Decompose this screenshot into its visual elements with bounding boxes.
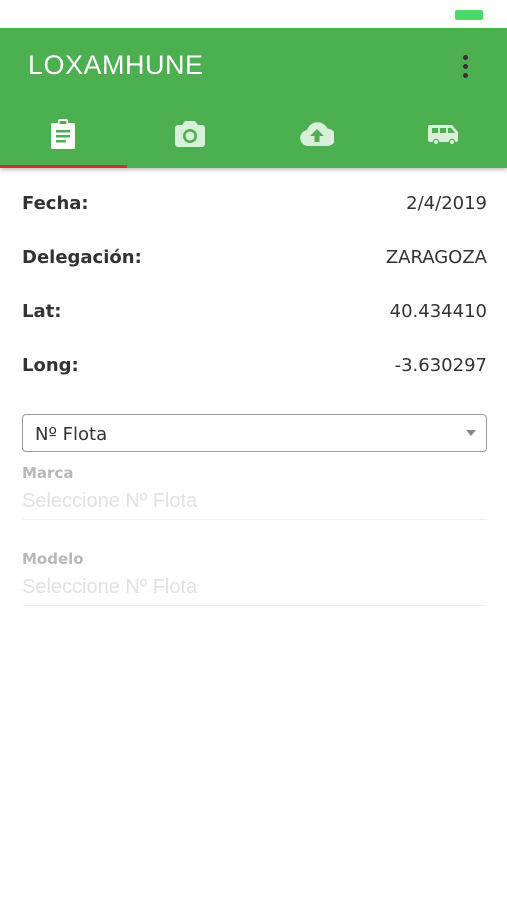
- camera-icon: [175, 121, 206, 147]
- app-header: LOXAMHUNE: [0, 28, 507, 168]
- van-icon: [427, 125, 458, 145]
- delegacion-value: ZARAGOZA: [385, 246, 487, 268]
- modelo-field: Modelo: [22, 550, 487, 612]
- app-title: LOXAMHUNE: [28, 50, 204, 80]
- fecha-label: Fecha:: [22, 192, 89, 214]
- delegacion-row: Delegación: ZARAGOZA: [22, 230, 487, 284]
- more-options-button[interactable]: [453, 52, 477, 80]
- fecha-value: 2/4/2019: [406, 192, 487, 214]
- lat-row: Lat: 40.434410: [22, 284, 487, 338]
- marca-field: Marca: [22, 464, 487, 526]
- tab-details[interactable]: [0, 100, 127, 168]
- modelo-input[interactable]: [22, 570, 487, 606]
- lat-value: 40.434410: [389, 300, 487, 322]
- more-vert-icon: [462, 54, 468, 60]
- battery-icon: [455, 10, 483, 20]
- tab-vehicle[interactable]: [380, 100, 507, 168]
- tab-upload[interactable]: [254, 100, 381, 168]
- flota-select[interactable]: Nº Flota: [22, 414, 487, 452]
- dropdown-arrow-icon: [466, 430, 476, 436]
- cloud-upload-icon: [300, 122, 334, 146]
- long-value: -3.630297: [394, 354, 487, 376]
- fecha-row: Fecha: 2/4/2019: [22, 176, 487, 230]
- form-content: Fecha: 2/4/2019 Delegación: ZARAGOZA Lat…: [22, 168, 487, 612]
- lat-label: Lat:: [22, 300, 62, 322]
- status-bar: [0, 0, 507, 28]
- marca-label: Marca: [22, 464, 74, 482]
- marca-input[interactable]: [22, 484, 487, 520]
- flota-select-value: Nº Flota: [35, 424, 108, 445]
- modelo-label: Modelo: [22, 550, 84, 568]
- tab-photos[interactable]: [127, 100, 254, 168]
- tab-bar: [0, 100, 507, 168]
- delegacion-label: Delegación:: [22, 246, 142, 268]
- clipboard-icon: [51, 119, 76, 149]
- long-label: Long:: [22, 354, 79, 376]
- long-row: Long: -3.630297: [22, 338, 487, 392]
